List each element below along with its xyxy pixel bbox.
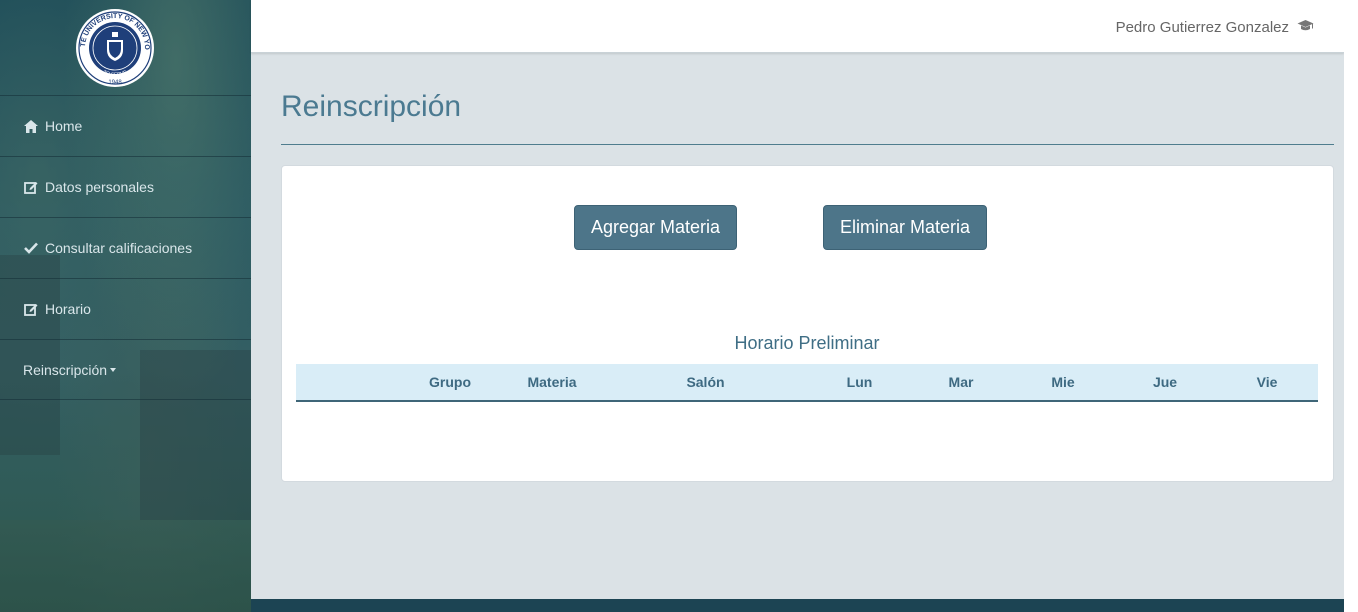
- footer-bar: [251, 599, 1344, 612]
- seal-year: 1948: [108, 80, 122, 86]
- page-title: Reinscripción: [281, 90, 462, 123]
- sidebar-item-label: Datos personales: [45, 179, 154, 195]
- remove-subject-button[interactable]: Eliminar Materia: [823, 205, 987, 250]
- column-header: [296, 364, 399, 402]
- sidebar-item-consultar-calificaciones[interactable]: Consultar calificaciones: [0, 217, 251, 278]
- column-header-materia: Materia: [501, 364, 603, 402]
- preliminary-schedule-table: Grupo Materia Salón Lun Mar Mie Jue Vie: [296, 364, 1318, 402]
- table-header-row: Grupo Materia Salón Lun Mar Mie Jue Vie: [296, 364, 1318, 402]
- graduation-cap-icon: [1297, 19, 1314, 36]
- caret-down-icon: [110, 367, 117, 372]
- sidebar-item-horario[interactable]: Horario: [0, 278, 251, 339]
- edit-icon: [23, 180, 38, 194]
- sidebar-item-datos-personales[interactable]: Datos personales: [0, 156, 251, 217]
- background-ground: [0, 520, 251, 612]
- check-icon: [23, 241, 38, 255]
- column-header-salon: Salón: [603, 364, 808, 402]
- university-seal-logo[interactable]: STATE UNIVERSITY OF NEW YORK TO SERVE 19…: [75, 8, 155, 88]
- home-icon: [23, 119, 38, 133]
- table-title: Horario Preliminar: [734, 333, 880, 353]
- sidebar-item-label: Consultar calificaciones: [45, 240, 193, 256]
- column-header-vie: Vie: [1216, 364, 1318, 402]
- sidebar-item-reinscripcion[interactable]: Reinscripción: [0, 339, 251, 400]
- sidebar-item-home[interactable]: Home: [0, 95, 251, 156]
- column-header-mar: Mar: [910, 364, 1012, 402]
- sidebar-nav: Home Datos personales Consultar califica…: [0, 95, 251, 400]
- edit-icon: [23, 302, 38, 316]
- column-header-jue: Jue: [1114, 364, 1216, 402]
- top-bar: Pedro Gutierrez Gonzalez: [251, 0, 1344, 53]
- column-header-grupo: Grupo: [399, 364, 501, 402]
- add-subject-button[interactable]: Agregar Materia: [574, 205, 737, 250]
- sidebar-item-label: Home: [45, 118, 83, 134]
- sidebar-item-label: Horario: [45, 301, 91, 317]
- title-divider: [281, 144, 1334, 145]
- sidebar: STATE UNIVERSITY OF NEW YORK TO SERVE 19…: [0, 0, 251, 612]
- window-edge: [1344, 0, 1358, 612]
- sidebar-item-label: Reinscripción: [23, 361, 108, 378]
- reinscripcion-panel: [281, 165, 1334, 482]
- user-menu[interactable]: Pedro Gutierrez Gonzalez: [1116, 19, 1314, 36]
- column-header-lun: Lun: [809, 364, 910, 402]
- column-header-mie: Mie: [1012, 364, 1114, 402]
- user-name: Pedro Gutierrez Gonzalez: [1115, 19, 1289, 36]
